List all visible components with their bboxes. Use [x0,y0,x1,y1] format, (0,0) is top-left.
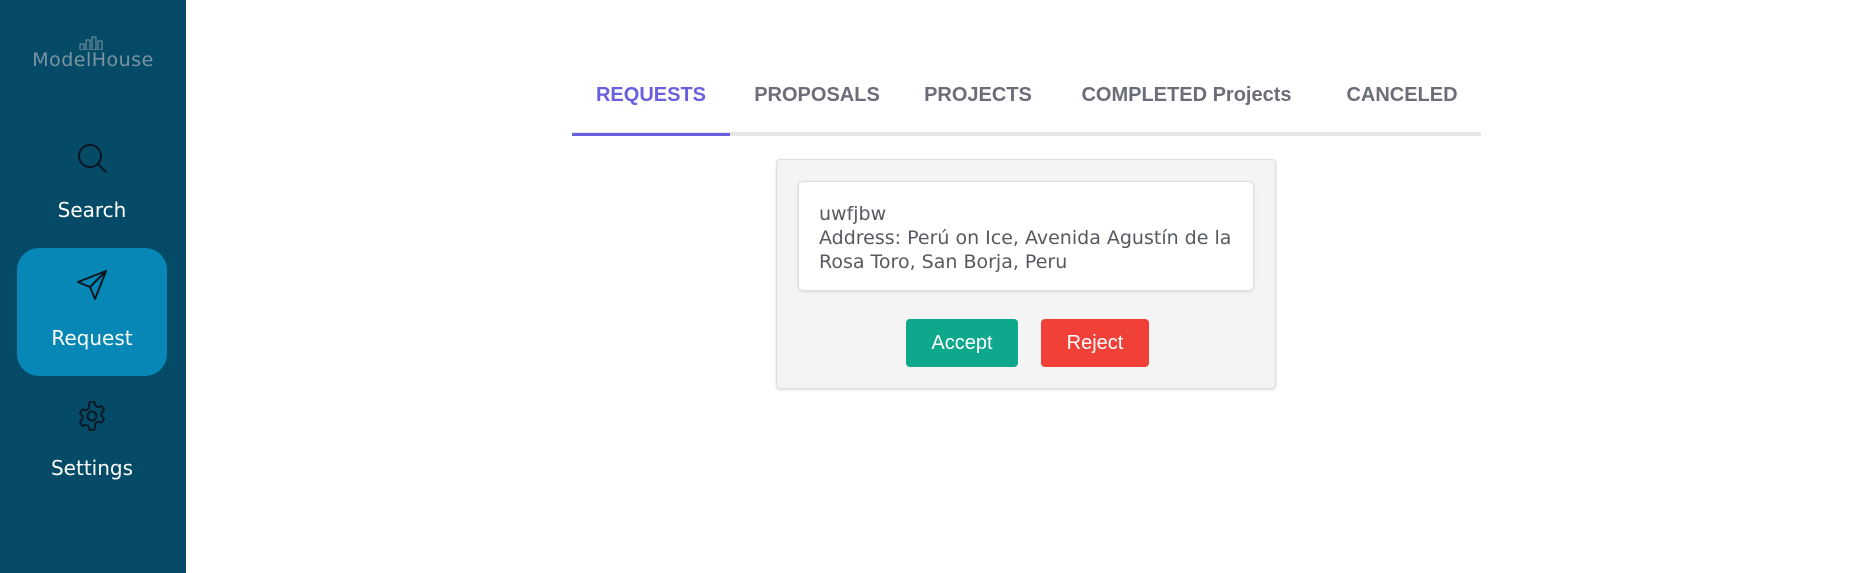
sidebar: ModelHouse Search Request Settings [0,0,186,573]
request-name: uwfjbw [819,203,887,225]
app-root: ModelHouse Search Request Settings REQUE… [0,0,1866,573]
request-details: uwfjbw Address: Perú on Ice, Avenida Agu… [798,181,1254,291]
brand-logo[interactable]: ModelHouse [0,32,186,71]
brand-name: ModelHouse [32,49,154,71]
building-logo-icon [0,32,186,52]
sidebar-item-label: Search [57,198,127,222]
request-card: uwfjbw Address: Perú on Ice, Avenida Agu… [776,159,1276,389]
reject-button[interactable]: Reject [1041,319,1149,367]
tab-completed-projects[interactable]: COMPLETED Projects [1052,72,1321,132]
sidebar-item-request[interactable]: Request [17,248,167,376]
tab-projects[interactable]: PROJECTS [904,72,1052,132]
tab-proposals[interactable]: PROPOSALS [730,72,904,132]
send-icon [75,268,109,302]
tab-canceled[interactable]: CANCELED [1321,72,1483,132]
search-icon [75,141,109,175]
accept-button[interactable]: Accept [906,319,1018,367]
status-tabs: REQUESTS PROPOSALS PROJECTS COMPLETED Pr… [572,72,1481,136]
request-address: Address: Perú on Ice, Avenida Agustín de… [819,227,1232,273]
sidebar-item-settings[interactable]: Settings [17,382,167,510]
sidebar-item-label: Request [51,326,133,350]
sidebar-item-search[interactable]: Search [17,122,167,250]
tab-requests[interactable]: REQUESTS [572,72,730,136]
sidebar-item-label: Settings [50,456,134,480]
gear-icon [75,399,109,433]
